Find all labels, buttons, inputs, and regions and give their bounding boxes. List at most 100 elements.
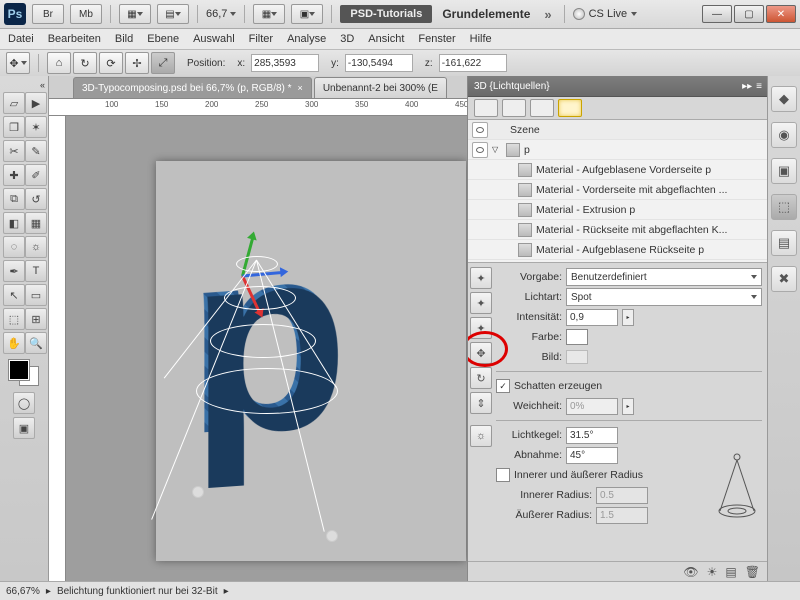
menu-bearbeiten[interactable]: Bearbeiten [48,33,101,45]
type-tool[interactable]: T [25,260,47,282]
brush-tool[interactable]: ✐ [25,164,47,186]
filter-meshes-button[interactable] [502,99,526,117]
shadow-checkbox[interactable]: ✓ [496,379,510,393]
active-tool-button[interactable]: ✥ [6,52,30,74]
tree-row-material[interactable]: Material - Rückseite mit abgeflachten K.… [468,220,768,240]
tree-row-group[interactable]: ▽ p [468,140,768,160]
new-light-point-button[interactable]: ✦ [470,267,492,289]
adjustments-panel-tab[interactable]: ▣ [771,158,797,184]
wand-tool[interactable]: ✶ [25,116,47,138]
zoom-level-dropdown[interactable]: 66,7 [206,8,236,20]
marquee-tool[interactable]: ▶ [25,92,47,114]
bridge-button[interactable]: Br [32,4,64,24]
filter-materials-button[interactable] [530,99,554,117]
menu-datei[interactable]: Datei [8,33,34,45]
light-type-dropdown[interactable]: Spot [566,288,762,306]
3d-camera-tool[interactable]: ⊞ [25,308,47,330]
inner-outer-checkbox[interactable] [496,468,510,482]
menu-ebene[interactable]: Ebene [147,33,179,45]
intensity-spinner[interactable]: ▸ [622,309,634,326]
quickmask-button[interactable]: ◯ [13,392,35,414]
intensity-input[interactable]: 0,9 [566,309,618,326]
new-light-spot-button[interactable]: ✦ [470,292,492,314]
document-tab-active[interactable]: 3D-Typocomposing.psd bei 66,7% (p, RGB/8… [73,77,312,98]
panel-expand-icon[interactable]: ▸▸ [742,81,752,92]
dodge-tool[interactable]: ☼ [25,236,47,258]
stamp-tool[interactable]: ⧉ [3,188,25,210]
preset-dropdown[interactable]: Benutzerdefiniert [566,268,762,286]
pen-tool[interactable]: ✒ [3,260,25,282]
visibility-toggle[interactable] [472,122,488,138]
scene-tree[interactable]: Szene ▽ p Material - Aufgeblasene Vorder… [468,120,768,263]
light-slide-button[interactable]: ⇕ [470,392,492,414]
panel-header[interactable]: 3D {Lichtquellen} ▸▸≡ [468,76,768,97]
view-rulers-button[interactable]: ▤ [157,4,189,24]
3d-panel-tab[interactable]: ⬚ [771,194,797,220]
panel-menu-icon[interactable]: ≡ [756,81,762,92]
mini-bridge-button[interactable]: Mb [70,4,102,24]
window-maximize-button[interactable]: ▢ [734,5,764,23]
filter-lights-button[interactable] [558,99,582,117]
light-move-button[interactable]: ✥ [470,342,492,364]
cs-live-button[interactable]: CS Live [573,8,638,20]
tree-row-material[interactable]: Material - Extrusion p [468,200,768,220]
menu-ansicht[interactable]: Ansicht [368,33,404,45]
3d-rotate-button[interactable]: ↻ [73,52,97,74]
color-panel-tab[interactable]: ◆ [771,86,797,112]
eyedropper-tool[interactable]: ✎ [25,140,47,162]
3d-tool[interactable]: ⬚ [3,308,25,330]
light-toggle-button[interactable]: ☼ [470,425,492,447]
close-icon[interactable]: × [298,83,303,93]
arrange-documents-button[interactable]: ▦ [253,4,285,24]
3d-home-button[interactable]: ⌂ [47,52,71,74]
menu-filter[interactable]: Filter [249,33,273,45]
menu-bild[interactable]: Bild [115,33,133,45]
3d-slide-button[interactable]: ⤢ [151,52,175,74]
menu-hilfe[interactable]: Hilfe [470,33,492,45]
workspace-preset-2[interactable]: Grundelemente [438,7,534,21]
workspace-overflow-button[interactable]: » [540,7,555,22]
delete-light-icon[interactable]: 🗑 [745,565,760,579]
position-x-input[interactable]: 285,3593 [251,54,319,72]
history-brush-tool[interactable]: ↺ [25,188,47,210]
tree-row-material[interactable]: Material - Aufgeblasene Rückseite p [468,240,768,260]
falloff-input[interactable]: 45° [566,447,618,464]
foreground-color[interactable] [9,360,29,380]
crop-tool[interactable]: ✂ [3,140,25,162]
screen-mode-button[interactable]: ▣ [291,4,323,24]
hotspot-input[interactable]: 31.5° [566,427,618,444]
swatches-panel-tab[interactable]: ◉ [771,122,797,148]
position-y-input[interactable]: -130,5494 [345,54,413,72]
workspace-preset-1[interactable]: PSD-Tutorials [340,5,432,23]
view-extras-button[interactable]: ▦ [119,4,151,24]
eraser-tool[interactable]: ◧ [3,212,25,234]
light-rotate-button[interactable]: ↻ [470,367,492,389]
menu-auswahl[interactable]: Auswahl [193,33,235,45]
toggle-ground-icon[interactable]: ☀ [707,565,718,579]
visibility-toggle[interactable] [472,142,488,158]
layers-panel-tab[interactable]: ▤ [771,230,797,256]
tools-panel-tab[interactable]: ✖ [771,266,797,292]
3d-pan-button[interactable]: ✢ [125,52,149,74]
move-tool[interactable]: ▱ [3,92,25,114]
blur-tool[interactable]: ◌ [3,236,25,258]
3d-object-letter[interactable]: p [186,240,344,433]
tree-row-material[interactable]: Material - Vorderseite mit abgeflachten … [468,180,768,200]
softness-input[interactable]: 0% [566,398,618,415]
menu-analyse[interactable]: Analyse [287,33,326,45]
filter-scene-button[interactable] [474,99,498,117]
path-tool[interactable]: ↖ [3,284,25,306]
document-tab[interactable]: Unbenannt-2 bei 300% (E [314,77,447,98]
screenmode-button[interactable]: ▣ [13,417,35,439]
tree-row-material[interactable]: Material - Aufgeblasene Vorderseite p [468,160,768,180]
color-swatch[interactable] [566,329,588,345]
window-minimize-button[interactable]: — [702,5,732,23]
zoom-tool[interactable]: 🔍 [25,332,47,354]
menu-fenster[interactable]: Fenster [418,33,455,45]
softness-spinner[interactable]: ▸ [622,398,634,415]
shape-tool[interactable]: ▭ [25,284,47,306]
status-zoom[interactable]: 66,67% [6,586,40,597]
window-close-button[interactable]: ✕ [766,5,796,23]
menu-3d[interactable]: 3D [340,33,354,45]
hand-tool[interactable]: ✋ [3,332,25,354]
